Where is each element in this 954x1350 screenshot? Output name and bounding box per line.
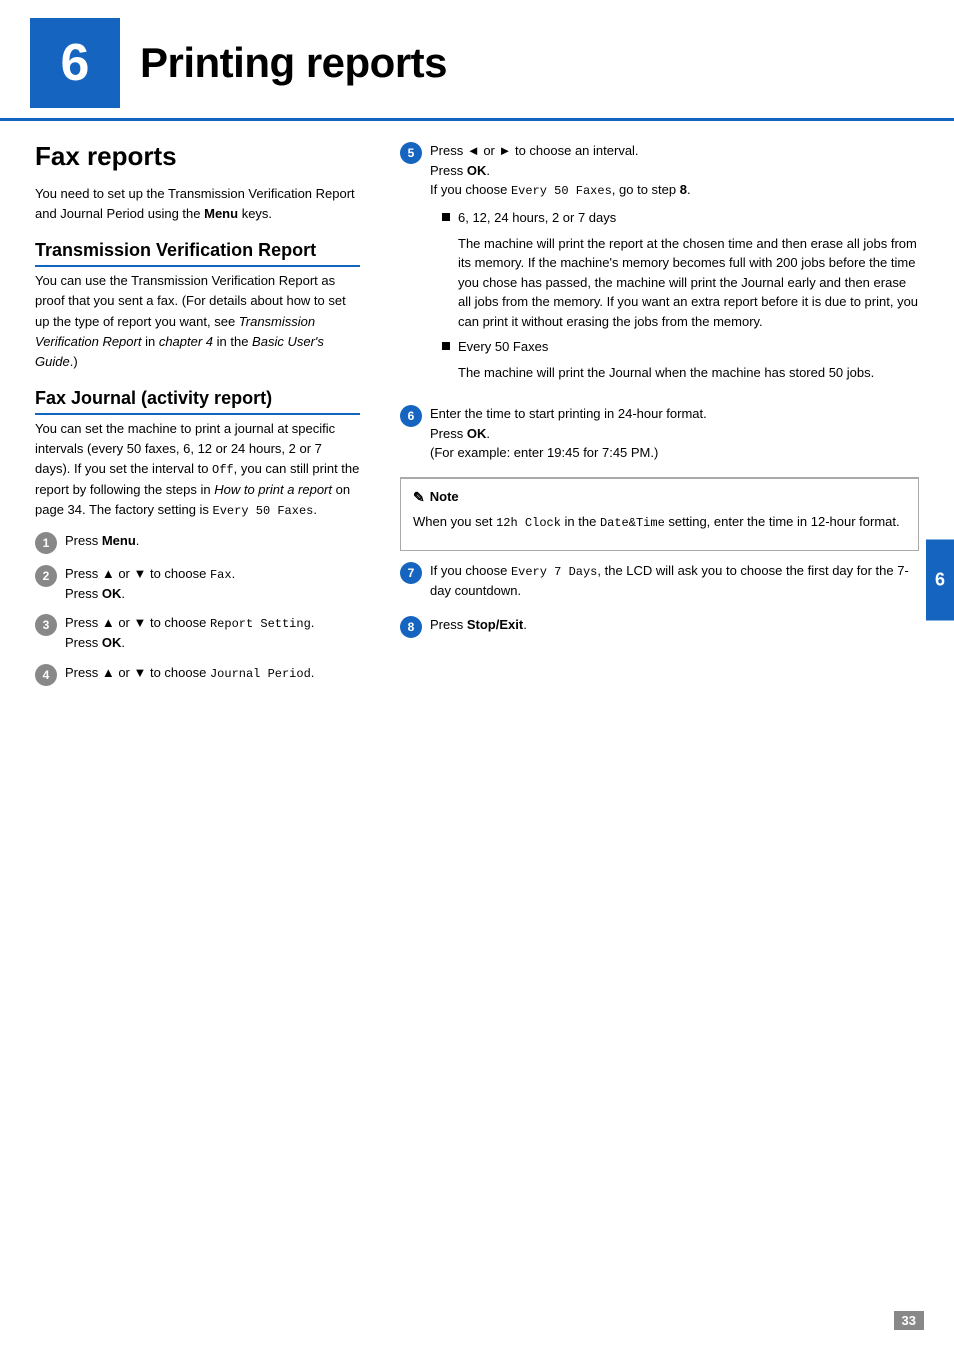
note-body: When you set 12h Clock in the Date&Time …: [413, 512, 906, 533]
content-wrapper: Fax reports You need to set up the Trans…: [0, 121, 954, 696]
page-number: 33: [894, 1311, 924, 1330]
right-column: 5 Press ◄ or ► to choose an interval. Pr…: [380, 141, 954, 696]
bullet-1-detail: The machine will print the report at the…: [458, 234, 919, 332]
note-header: ✎ Note: [413, 487, 906, 508]
step-1-text: Press Menu.: [65, 531, 139, 551]
step-7-text: If you choose Every 7 Days, the LCD will…: [430, 561, 919, 601]
chapter-badge: 6: [30, 18, 120, 108]
step-6-badge: 6: [400, 405, 422, 427]
bullet-2-detail: The machine will print the Journal when …: [458, 363, 919, 383]
step-5: 5 Press ◄ or ► to choose an interval. Pr…: [400, 141, 919, 390]
step-4: 4 Press ▲ or ▼ to choose Journal Period.: [35, 663, 360, 686]
step-5-badge: 5: [400, 142, 422, 164]
step-5-text: Press ◄ or ► to choose an interval. Pres…: [430, 141, 919, 390]
note-title: Note: [430, 487, 459, 507]
bullet-2-label: Every 50 Faxes: [458, 337, 548, 357]
step-3-badge: 3: [35, 614, 57, 636]
step-2: 2 Press ▲ or ▼ to choose Fax.Press OK.: [35, 564, 360, 604]
step-4-text: Press ▲ or ▼ to choose Journal Period.: [65, 663, 314, 683]
step-1: 1 Press Menu.: [35, 531, 360, 554]
step-4-badge: 4: [35, 664, 57, 686]
step-6-text: Enter the time to start printing in 24-h…: [430, 404, 707, 463]
fax-journal-body: You can set the machine to print a journ…: [35, 419, 360, 521]
step-8-badge: 8: [400, 616, 422, 638]
step-8: 8 Press Stop/Exit.: [400, 615, 919, 638]
step-7: 7 If you choose Every 7 Days, the LCD wi…: [400, 561, 919, 601]
chapter-title: Printing reports: [140, 39, 447, 87]
tvr-body: You can use the Transmission Verificatio…: [35, 271, 360, 372]
side-tab-label: 6: [935, 570, 945, 591]
step-3: 3 Press ▲ or ▼ to choose Report Setting.…: [35, 613, 360, 653]
note-box: ✎ Note When you set 12h Clock in the Dat…: [400, 477, 919, 552]
fax-reports-heading: Fax reports: [35, 141, 360, 172]
left-column: Fax reports You need to set up the Trans…: [0, 141, 380, 696]
fax-journal-heading: Fax Journal (activity report): [35, 388, 360, 415]
bullet-1: 6, 12, 24 hours, 2 or 7 days: [442, 208, 919, 228]
fax-reports-body: You need to set up the Transmission Veri…: [35, 184, 360, 224]
bullet-1-icon: [442, 213, 450, 221]
bullet-1-label: 6, 12, 24 hours, 2 or 7 days: [458, 208, 616, 228]
step-8-text: Press Stop/Exit.: [430, 615, 527, 635]
step-3-text: Press ▲ or ▼ to choose Report Setting.Pr…: [65, 613, 314, 653]
note-icon: ✎: [413, 487, 425, 508]
bullet-2-icon: [442, 342, 450, 350]
step-6: 6 Enter the time to start printing in 24…: [400, 404, 919, 463]
bullet-section: 6, 12, 24 hours, 2 or 7 days The machine…: [442, 208, 919, 382]
bullet-2: Every 50 Faxes: [442, 337, 919, 357]
step-7-badge: 7: [400, 562, 422, 584]
page-header: 6 Printing reports: [0, 0, 954, 121]
step-2-badge: 2: [35, 565, 57, 587]
step-2-text: Press ▲ or ▼ to choose Fax.Press OK.: [65, 564, 235, 604]
side-tab: 6: [926, 540, 954, 621]
tvr-heading: Transmission Verification Report: [35, 240, 360, 267]
left-steps: 1 Press Menu. 2 Press ▲ or ▼ to choose F…: [35, 531, 360, 686]
chapter-number: 6: [61, 33, 90, 93]
step-1-badge: 1: [35, 532, 57, 554]
